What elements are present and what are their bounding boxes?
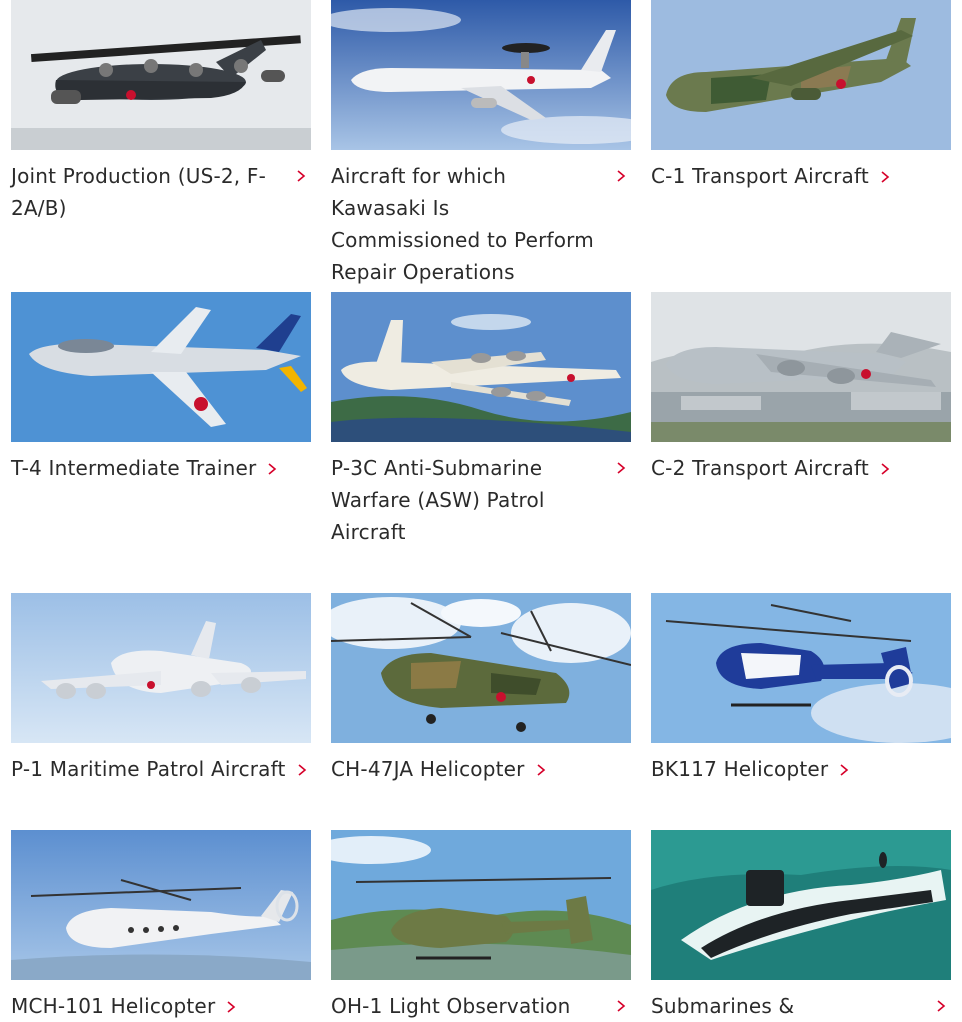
card-label[interactable]: P-1 Maritime Patrol Aircraft xyxy=(11,753,308,785)
chevron-right-icon xyxy=(879,170,891,184)
card-label[interactable]: MCH-101 Helicopter xyxy=(11,990,237,1022)
card-ch47-helicopter[interactable]: CH-47JA Helicopter xyxy=(331,593,631,785)
card-label[interactable]: OH-1 Light Observation xyxy=(331,990,631,1022)
p3c-patrol-image[interactable] xyxy=(331,292,631,442)
c2-transport-image[interactable] xyxy=(651,292,951,442)
card-label[interactable]: Aircraft for which Kawasaki Is Commissio… xyxy=(331,160,631,288)
t4-trainer-image[interactable] xyxy=(11,292,311,442)
submarine-image[interactable] xyxy=(651,830,951,980)
chevron-right-icon xyxy=(935,999,947,1013)
amphibian-aircraft-image[interactable] xyxy=(11,0,311,150)
chevron-right-icon xyxy=(838,763,850,777)
card-label[interactable]: P-3C Anti-Submarine Warfare (ASW) Patrol… xyxy=(331,452,631,548)
chevron-right-icon xyxy=(295,169,307,183)
card-bk117-helicopter[interactable]: BK117 Helicopter xyxy=(651,593,951,785)
oh1-helicopter-image[interactable] xyxy=(331,830,631,980)
card-c1-transport[interactable]: C-1 Transport Aircraft xyxy=(651,0,951,192)
card-label[interactable]: CH-47JA Helicopter xyxy=(331,753,547,785)
card-label[interactable]: Submarines & xyxy=(651,990,951,1022)
card-label[interactable]: BK117 Helicopter xyxy=(651,753,850,785)
awacs-aircraft-image[interactable] xyxy=(331,0,631,150)
chevron-right-icon xyxy=(879,462,891,476)
chevron-right-icon xyxy=(266,462,278,476)
card-submarines[interactable]: Submarines & xyxy=(651,830,951,1022)
ch47-helicopter-image[interactable] xyxy=(331,593,631,743)
chevron-right-icon xyxy=(225,1000,237,1014)
card-p1-patrol[interactable]: P-1 Maritime Patrol Aircraft xyxy=(11,593,311,785)
c1-transport-image[interactable] xyxy=(651,0,951,150)
card-joint-production[interactable]: Joint Production (US-2, F-2A/B) xyxy=(11,0,311,224)
card-p3c-patrol[interactable]: P-3C Anti-Submarine Warfare (ASW) Patrol… xyxy=(331,292,631,548)
card-oh1-helicopter[interactable]: OH-1 Light Observation xyxy=(331,830,631,1022)
card-label[interactable]: Joint Production (US-2, F-2A/B) xyxy=(11,160,311,224)
card-label[interactable]: T-4 Intermediate Trainer xyxy=(11,452,278,484)
card-label[interactable]: C-2 Transport Aircraft xyxy=(651,452,891,484)
card-label[interactable]: C-1 Transport Aircraft xyxy=(651,160,891,192)
p1-patrol-image[interactable] xyxy=(11,593,311,743)
card-mch101-helicopter[interactable]: MCH-101 Helicopter xyxy=(11,830,311,1022)
bk117-helicopter-image[interactable] xyxy=(651,593,951,743)
card-c2-transport[interactable]: C-2 Transport Aircraft xyxy=(651,292,951,484)
chevron-right-icon xyxy=(615,999,627,1013)
card-t4-trainer[interactable]: T-4 Intermediate Trainer xyxy=(11,292,311,484)
mch101-helicopter-image[interactable] xyxy=(11,830,311,980)
chevron-right-icon xyxy=(615,461,627,475)
chevron-right-icon xyxy=(615,169,627,183)
chevron-right-icon xyxy=(535,763,547,777)
chevron-right-icon xyxy=(296,763,308,777)
card-repair-aircraft[interactable]: Aircraft for which Kawasaki Is Commissio… xyxy=(331,0,631,288)
